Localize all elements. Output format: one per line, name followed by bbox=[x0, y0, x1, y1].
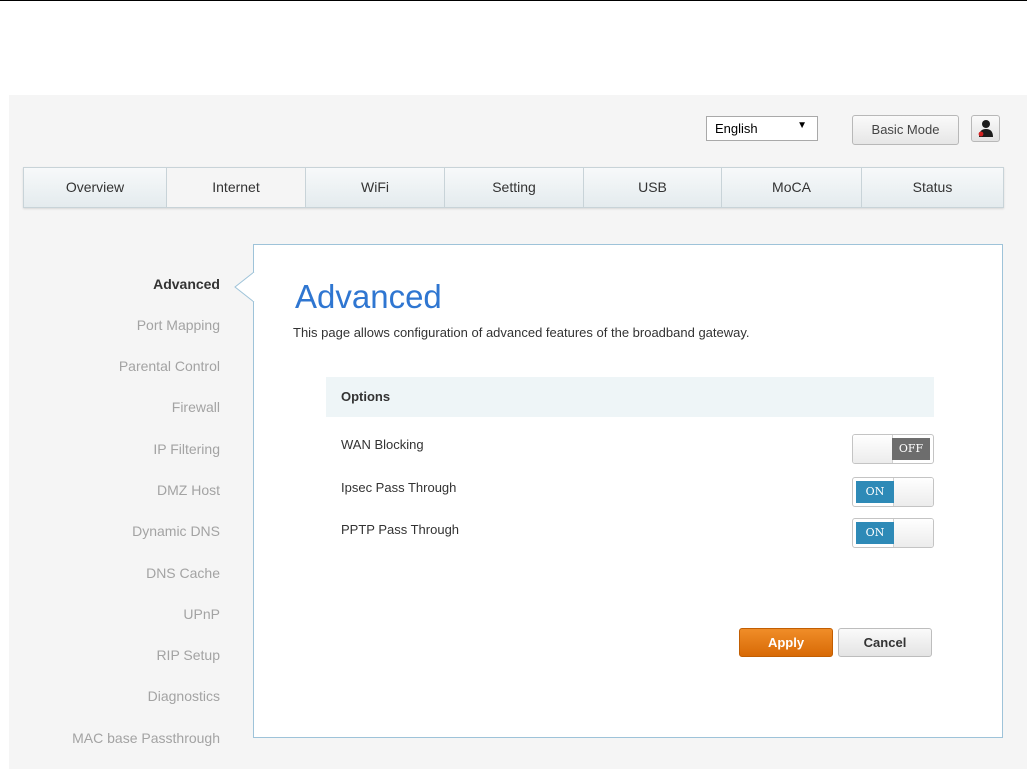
sidebar-item-ip-filtering[interactable]: IP Filtering bbox=[153, 441, 220, 457]
language-select-value: English bbox=[715, 121, 758, 136]
toggle-state: ON bbox=[856, 481, 894, 503]
active-item-pointer-icon bbox=[234, 271, 255, 303]
language-select[interactable]: English ▼ bbox=[706, 116, 818, 141]
sidebar-item-dmz-host[interactable]: DMZ Host bbox=[157, 482, 220, 498]
sidebar-item-firewall[interactable]: Firewall bbox=[172, 399, 220, 415]
basic-mode-button[interactable]: Basic Mode bbox=[852, 115, 959, 145]
apply-button[interactable]: Apply bbox=[739, 628, 833, 657]
ipsec-pass-through-label: Ipsec Pass Through bbox=[341, 480, 457, 495]
toggle-knob bbox=[893, 478, 933, 506]
tab-status[interactable]: Status bbox=[862, 168, 1003, 207]
wan-blocking-label: WAN Blocking bbox=[341, 437, 424, 452]
tab-wifi[interactable]: WiFi bbox=[306, 168, 445, 207]
user-icon bbox=[978, 120, 993, 137]
pptp-pass-through-toggle[interactable]: ON bbox=[852, 518, 934, 548]
ipsec-pass-through-toggle[interactable]: ON bbox=[852, 477, 934, 507]
tab-internet[interactable]: Internet bbox=[167, 168, 306, 207]
sidebar-item-dns-cache[interactable]: DNS Cache bbox=[146, 565, 220, 581]
options-header: Options bbox=[326, 377, 934, 417]
page-title: Advanced bbox=[295, 278, 442, 315]
tab-overview[interactable]: Overview bbox=[24, 168, 167, 207]
main-nav-tabs: Overview Internet WiFi Setting USB MoCA … bbox=[23, 167, 1004, 208]
sidebar-item-parental-control[interactable]: Parental Control bbox=[119, 358, 220, 374]
sidebar-item-advanced[interactable]: Advanced bbox=[153, 276, 220, 292]
dropdown-caret-icon: ▼ bbox=[797, 120, 807, 131]
tab-moca[interactable]: MoCA bbox=[722, 168, 862, 207]
sidebar-item-port-mapping[interactable]: Port Mapping bbox=[137, 317, 220, 333]
sidebar-item-diagnostics[interactable]: Diagnostics bbox=[148, 688, 220, 704]
tab-usb[interactable]: USB bbox=[584, 168, 722, 207]
page-description: This page allows configuration of advanc… bbox=[293, 325, 750, 340]
wan-blocking-toggle[interactable]: OFF bbox=[852, 434, 934, 464]
sidebar-item-dynamic-dns[interactable]: Dynamic DNS bbox=[132, 523, 220, 539]
cancel-button[interactable]: Cancel bbox=[838, 628, 932, 657]
sidebar-item-mac-base-passthrough[interactable]: MAC base Passthrough bbox=[72, 730, 220, 746]
toggle-knob bbox=[893, 519, 933, 547]
pptp-pass-through-label: PPTP Pass Through bbox=[341, 522, 460, 537]
top-rule bbox=[0, 0, 1027, 1]
sidebar-item-upnp[interactable]: UPnP bbox=[183, 606, 220, 622]
toggle-state: ON bbox=[856, 522, 894, 544]
toggle-state: OFF bbox=[892, 438, 930, 460]
sidebar-item-rip-setup[interactable]: RIP Setup bbox=[156, 647, 220, 663]
user-button[interactable] bbox=[971, 115, 1000, 142]
toggle-knob bbox=[853, 435, 893, 463]
tab-setting[interactable]: Setting bbox=[445, 168, 584, 207]
